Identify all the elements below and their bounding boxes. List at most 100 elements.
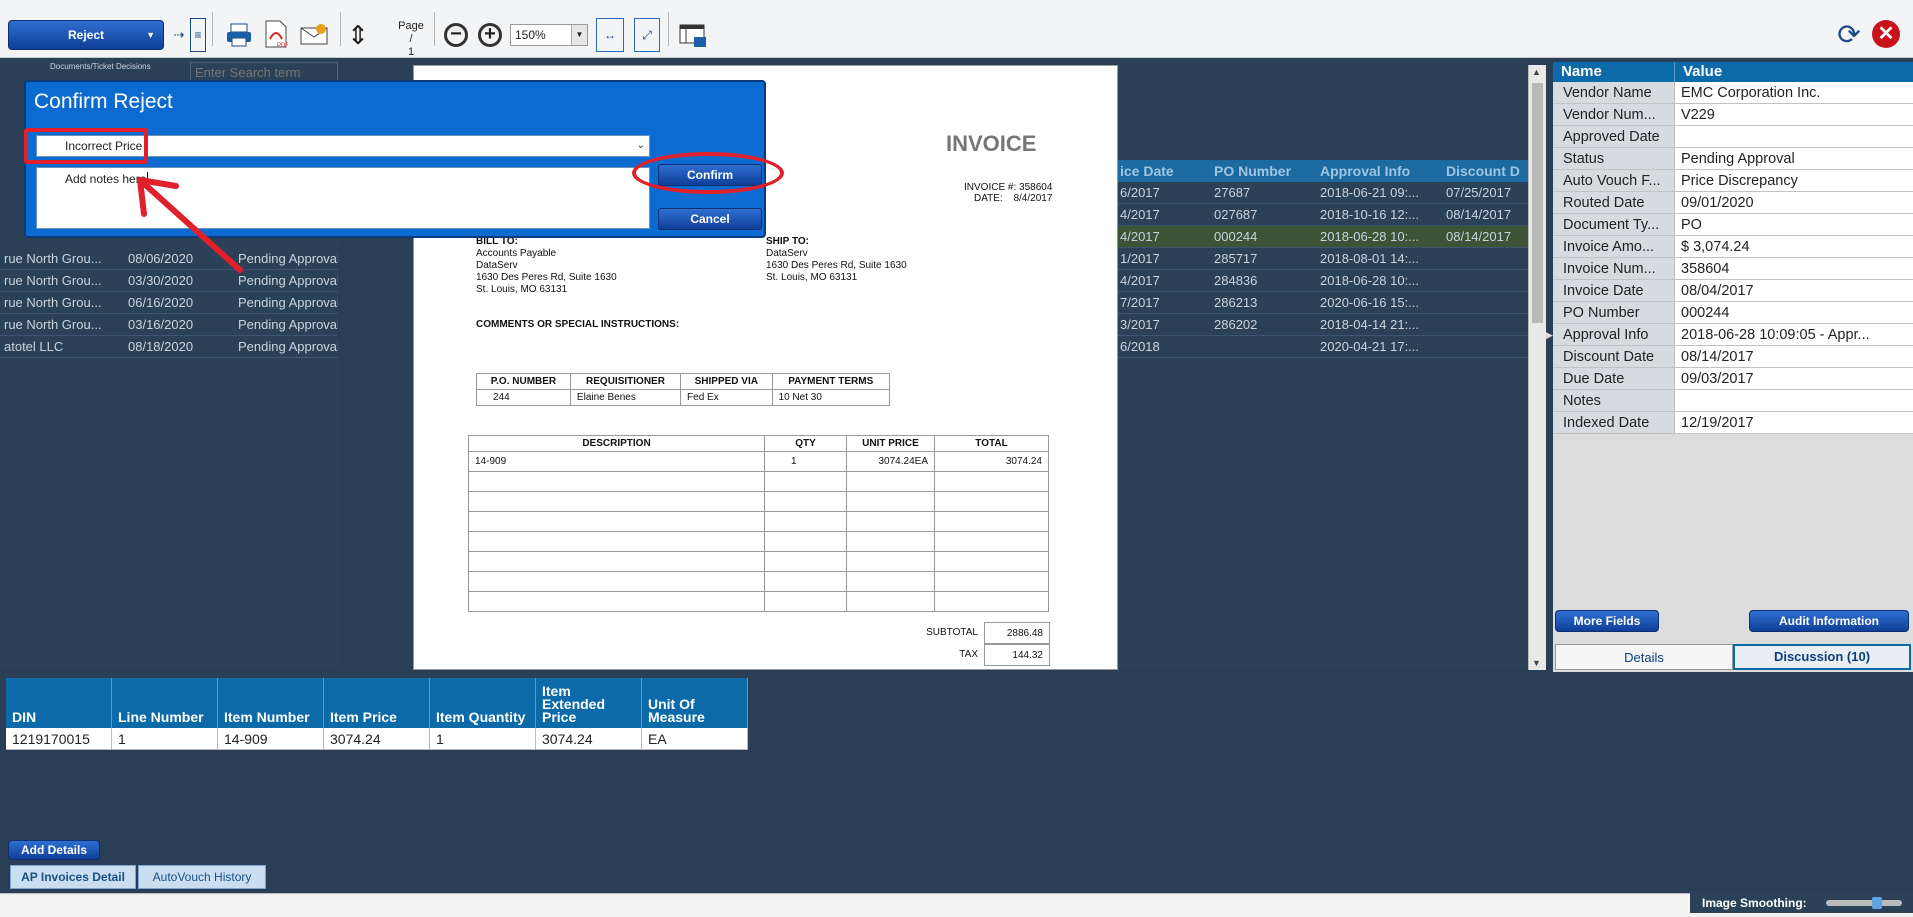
property-row: Vendor Num... V229 bbox=[1553, 104, 1913, 126]
invoice-date: 8/4/2017 bbox=[1013, 193, 1053, 204]
grid-cell: 2018-06-21 09:... bbox=[1320, 185, 1420, 200]
list-item[interactable]: rue North Grou... 03/16/2020 Pending Appro… bbox=[0, 314, 338, 336]
property-name: Discount Date bbox=[1553, 346, 1675, 367]
property-row: Vendor Name EMC Corporation Inc. bbox=[1553, 82, 1913, 104]
email-icon[interactable] bbox=[298, 20, 330, 48]
audit-information-button[interactable]: Audit Information bbox=[1749, 610, 1909, 632]
notes-textarea[interactable]: Add notes here bbox=[36, 167, 650, 229]
subtotal-label: SUBTOTAL bbox=[926, 627, 978, 638]
property-row: Indexed Date 12/19/2017 bbox=[1553, 412, 1913, 434]
pdf-icon[interactable]: PDF bbox=[262, 18, 290, 50]
page-stack-icon[interactable]: ≡ bbox=[190, 18, 206, 52]
grid-cell: 2018-06-28 10:... bbox=[1320, 273, 1420, 288]
grid-cell: 4/2017 bbox=[1120, 273, 1160, 288]
grid-cell: 6/2018 bbox=[1120, 339, 1160, 354]
property-name: Invoice Amo... bbox=[1553, 236, 1675, 257]
zoom-out-icon[interactable]: − bbox=[444, 23, 468, 47]
fit-page-icon[interactable]: ⤢ bbox=[634, 18, 660, 52]
grid-cell: 286202 bbox=[1214, 317, 1258, 332]
image-smoothing-label: Image Smoothing: bbox=[1702, 896, 1807, 910]
bill-to-block: BILL TO: Accounts Payable DataServ 1630 De… bbox=[476, 236, 617, 295]
table-row[interactable]: 6/2018 2020-04-21 17:... bbox=[1118, 336, 1528, 358]
property-value: 08/04/2017 bbox=[1675, 280, 1913, 301]
table-row[interactable]: 1/2017 285717 2018-08-01 14:... bbox=[1118, 248, 1528, 270]
grid-cell: 1/2017 bbox=[1120, 251, 1160, 266]
zoom-value: 150% bbox=[515, 28, 546, 42]
table-row[interactable]: 4/2017 027687 2018-10-16 12:... 08/14/2017 bbox=[1118, 204, 1528, 226]
table-row[interactable]: 1219170015 1 14-909 3074.24 1 3074.24 EA bbox=[6, 728, 748, 750]
property-value: 358604 bbox=[1675, 258, 1913, 279]
add-details-button[interactable]: Add Details bbox=[8, 840, 100, 860]
table-row[interactable]: 4/2017 284836 2018-06-28 10:... bbox=[1118, 270, 1528, 292]
reject-dropdown-button[interactable]: Reject ▼ bbox=[8, 20, 164, 50]
property-value: 000244 bbox=[1675, 302, 1913, 323]
close-icon[interactable]: ✕ bbox=[1872, 20, 1900, 48]
list-item[interactable]: atotel LLC 08/18/2020 Pending Approval bbox=[0, 336, 338, 358]
zoom-in-icon[interactable]: + bbox=[478, 23, 502, 47]
grid-cell: 2020-04-21 17:... bbox=[1320, 339, 1420, 354]
smoothing-slider[interactable] bbox=[1826, 897, 1902, 909]
table-row[interactable]: 7/2017 286213 2020-06-16 15:... bbox=[1118, 292, 1528, 314]
chevron-down-icon: ▼ bbox=[146, 30, 155, 40]
search-input[interactable] bbox=[190, 62, 338, 82]
fit-height-arrows-icon[interactable]: ⇕ bbox=[344, 14, 372, 56]
grid-cell: 027687 bbox=[1214, 207, 1258, 222]
property-value: Price Discrepancy bbox=[1675, 170, 1913, 191]
document-scrollbar[interactable]: ▲ ▼ bbox=[1528, 65, 1546, 670]
list-item[interactable]: rue North Grou... 06/16/2020 Pending Appro… bbox=[0, 292, 338, 314]
route-arrow-icon[interactable]: ⇢ bbox=[168, 24, 190, 46]
refresh-icon[interactable]: ⟳ bbox=[1834, 18, 1864, 50]
grid-cell: 285717 bbox=[1214, 251, 1258, 266]
property-value: 08/14/2017 bbox=[1675, 346, 1913, 367]
grid-header: PO Number bbox=[1214, 163, 1292, 179]
grid-cell: 08/14/2017 bbox=[1446, 229, 1512, 244]
properties-list: Vendor Name EMC Corporation Inc. Vendor Nu… bbox=[1553, 82, 1913, 434]
more-fields-button[interactable]: More Fields bbox=[1555, 610, 1659, 632]
grid-cell: 284836 bbox=[1214, 273, 1258, 288]
invoice-number-label: INVOICE #: bbox=[964, 182, 1017, 193]
tax-label: TAX bbox=[959, 649, 978, 660]
table-row[interactable]: 3/2017 286202 2018-04-14 21:... bbox=[1118, 314, 1528, 336]
property-name: Status bbox=[1553, 148, 1675, 169]
tab-ap-invoices-detail[interactable]: AP Invoices Detail bbox=[10, 865, 136, 889]
grid-cell: 6/2017 bbox=[1120, 185, 1160, 200]
property-name: Auto Vouch F... bbox=[1553, 170, 1675, 191]
tab-autovouch-history[interactable]: AutoVouch History bbox=[138, 865, 266, 889]
po-table: P.O. NUMBER REQUISITIONER SHIPPED VIA PAYME… bbox=[476, 373, 891, 406]
tab-discussion[interactable]: Discussion (10) bbox=[1733, 644, 1911, 670]
table-row[interactable]: 6/2017 27687 2018-06-21 09:... 07/25/2017 bbox=[1118, 182, 1528, 204]
property-row: Approved Date bbox=[1553, 126, 1913, 148]
property-name: Routed Date bbox=[1553, 192, 1675, 213]
property-row: Auto Vouch F... Price Discrepancy bbox=[1553, 170, 1913, 192]
grid-cell: 2018-04-14 21:... bbox=[1320, 317, 1420, 332]
table-row[interactable]: 4/2017 000244 2018-06-28 10:... 08/14/2017 bbox=[1118, 226, 1528, 248]
properties-header-value: Value bbox=[1683, 63, 1723, 80]
property-name: Approved Date bbox=[1553, 126, 1675, 147]
print-icon[interactable] bbox=[224, 20, 254, 50]
property-name: Due Date bbox=[1553, 368, 1675, 389]
property-value bbox=[1675, 390, 1913, 411]
zoom-select[interactable]: 150% ▼ bbox=[510, 24, 588, 46]
expand-right-icon[interactable]: ▶ bbox=[1546, 330, 1553, 341]
property-name: Invoice Date bbox=[1553, 280, 1675, 301]
grid-cell: 27687 bbox=[1214, 185, 1251, 200]
fit-width-icon[interactable]: ↔ bbox=[596, 18, 624, 52]
grid-cell: 08/14/2017 bbox=[1446, 207, 1512, 222]
page-indicator: Page / 1 bbox=[396, 20, 426, 59]
grid-header: ice Date bbox=[1120, 163, 1174, 179]
property-row: Due Date 09/03/2017 bbox=[1553, 368, 1913, 390]
property-row: Approval Info 2018-06-28 10:09:05 - Appr.… bbox=[1553, 324, 1913, 346]
property-name: Notes bbox=[1553, 390, 1675, 411]
property-name: PO Number bbox=[1553, 302, 1675, 323]
highlight-reason-box bbox=[24, 128, 148, 164]
grid-cell: 4/2017 bbox=[1120, 207, 1160, 222]
toolbar: Reject ▼ ⇢ ≡ PDF ⇕ Page / 1 − + 150% ▼ ↔… bbox=[0, 0, 1913, 58]
document-grid-right: ice Date PO Number Approval Info Discoun… bbox=[1118, 58, 1528, 670]
tab-details[interactable]: Details bbox=[1555, 644, 1733, 670]
annotation-arrow bbox=[137, 177, 243, 273]
layout-settings-icon[interactable] bbox=[678, 22, 708, 50]
cancel-button[interactable]: Cancel bbox=[658, 208, 762, 230]
property-row: Discount Date 08/14/2017 bbox=[1553, 346, 1913, 368]
property-value: PO bbox=[1675, 214, 1913, 235]
property-row: Invoice Num... 358604 bbox=[1553, 258, 1913, 280]
